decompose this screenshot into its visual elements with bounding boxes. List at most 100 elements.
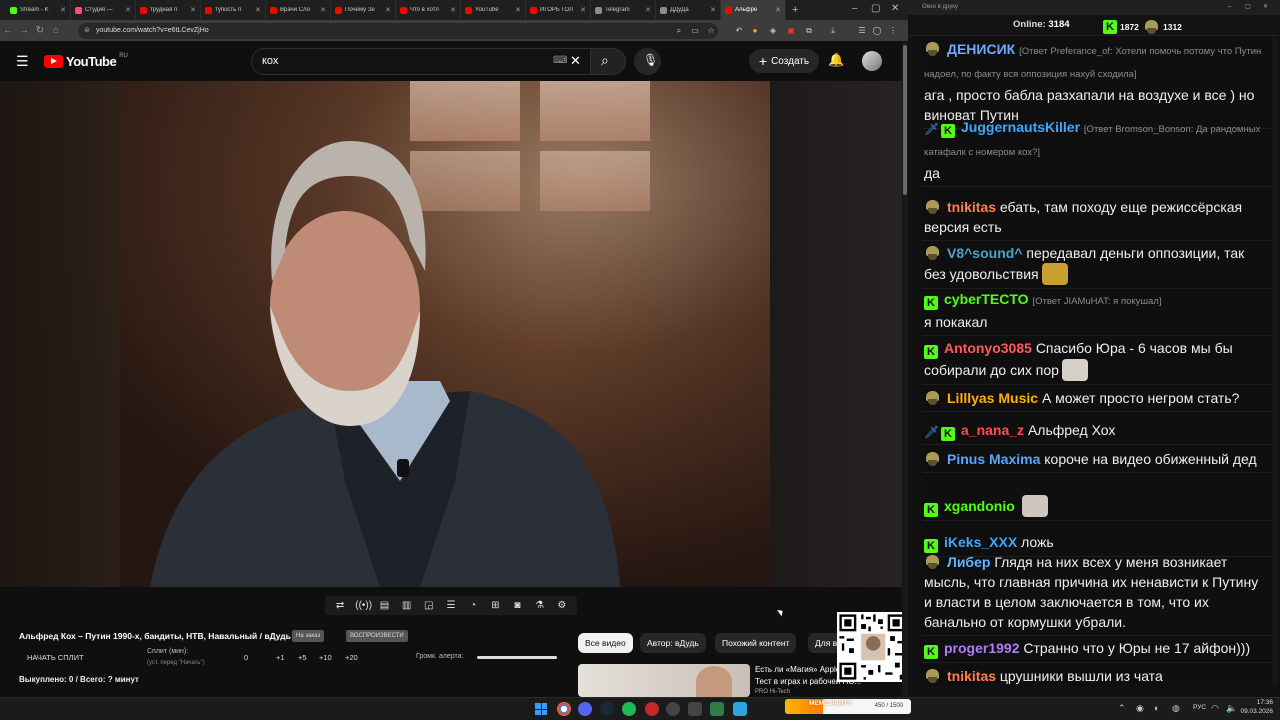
split-value[interactable]: 0: [244, 653, 248, 662]
menu-dots-icon[interactable]: ⋮: [887, 25, 899, 36]
site-info-icon[interactable]: ⊜: [84, 26, 90, 34]
close-tab-icon[interactable]: ✕: [580, 6, 586, 14]
discord-icon[interactable]: [578, 702, 592, 716]
search-page-icon[interactable]: ⌕: [673, 25, 685, 36]
chat-message[interactable]: Kxgandonio: [922, 492, 1274, 521]
tray-app-icon[interactable]: ◍: [1172, 703, 1180, 714]
hamburger-menu-icon[interactable]: ☰: [16, 53, 29, 70]
notifications-bell-icon[interactable]: 🔔: [828, 52, 844, 68]
reload-icon[interactable]: ↻: [32, 25, 48, 36]
chat-username[interactable]: xgandonio: [944, 498, 1015, 514]
alert-volume-slider[interactable]: [477, 656, 557, 659]
wifi-icon[interactable]: ◠: [1211, 703, 1219, 714]
close-tab-icon[interactable]: ✕: [385, 6, 391, 14]
extensions-puzzle-icon[interactable]: ⧉: [803, 25, 815, 36]
minimize-icon[interactable]: –: [1228, 0, 1231, 15]
address-bar[interactable]: youtube.com/watch?v=e6tLCevZjHo: [78, 23, 718, 39]
chat-username[interactable]: proger1992: [944, 640, 1019, 656]
chat-username[interactable]: Antonyo3085: [944, 340, 1032, 356]
browser-tab[interactable]: ИГОРЬ ГОЛ ✕: [526, 0, 591, 20]
tray-app-icon[interactable]: ◉: [1136, 703, 1144, 714]
close-tab-icon[interactable]: ✕: [320, 6, 326, 14]
back-icon[interactable]: ←: [0, 25, 16, 36]
replay-button[interactable]: ВОСПРОИЗВЕСТИ: [346, 630, 408, 642]
close-tab-icon[interactable]: ✕: [645, 6, 651, 14]
cast-icon[interactable]: ▭: [689, 25, 701, 36]
close-tab-icon[interactable]: ✕: [515, 6, 521, 14]
clear-search-icon[interactable]: ✕: [570, 53, 581, 69]
subtitles-icon[interactable]: ☰: [444, 600, 458, 612]
chat-username[interactable]: iKeks_XXX: [944, 534, 1017, 550]
chat-scrollbar[interactable]: [1272, 36, 1278, 686]
recommended-video-thumbnail[interactable]: [578, 664, 750, 697]
chat-username[interactable]: a_nana_z: [961, 422, 1024, 438]
clock-date[interactable]: 09.03.2026: [1233, 708, 1273, 715]
chat-message[interactable]: tnikitas црушники вышли из чата: [922, 663, 1274, 686]
chip-all-videos[interactable]: Все видео: [578, 633, 633, 653]
windows-start-icon[interactable]: [535, 703, 547, 715]
chat-message[interactable]: Kproger1992 Странно что у Юры не 17 айфо…: [922, 635, 1274, 663]
extension-icon[interactable]: ●: [749, 25, 761, 36]
history-icon[interactable]: ↶: [733, 25, 745, 36]
steam-icon[interactable]: [600, 702, 614, 716]
clock-time[interactable]: 17:36: [1247, 699, 1273, 706]
chat-username[interactable]: ДЕНИСИК: [947, 41, 1015, 57]
browser-tab[interactable]: Почему Зе ✕: [331, 0, 396, 20]
video-player[interactable]: [0, 81, 902, 587]
extension-icon[interactable]: ▣: [785, 25, 797, 36]
split-add-5-button[interactable]: +5: [298, 653, 307, 662]
playlist-icon[interactable]: ▥: [400, 600, 414, 612]
create-button[interactable]: + Создать: [749, 49, 819, 73]
record-app-icon[interactable]: [645, 702, 659, 716]
experiments-flask-icon[interactable]: ⚗: [533, 600, 547, 612]
keyboard-icon[interactable]: ⌨: [553, 55, 567, 66]
page-scrollbar-thumb[interactable]: [903, 45, 907, 195]
chat-message[interactable]: Lilllyas Music А может просто негром ста…: [922, 385, 1274, 412]
start-split-button[interactable]: НАЧАТЬ СПЛИТ: [27, 653, 84, 662]
browser-tab[interactable]: трудная п ✕: [136, 0, 201, 20]
chat-username[interactable]: Lilllyas Music: [947, 390, 1038, 406]
loop-icon[interactable]: ⇄: [333, 600, 347, 612]
voice-search-button[interactable]: 🎙: [634, 48, 661, 75]
new-tab-button[interactable]: +: [786, 4, 798, 16]
minimize-icon[interactable]: –: [852, 3, 858, 14]
speed-icon[interactable]: ◔: [466, 600, 480, 612]
browser-tab[interactable]: Врачи Сло ✕: [266, 0, 331, 20]
chat-username[interactable]: tnikitas: [947, 199, 996, 215]
app-icon[interactable]: [710, 702, 724, 716]
browser-tab[interactable]: Что в хотл ✕: [396, 0, 461, 20]
close-tab-icon[interactable]: ✕: [60, 6, 66, 14]
tray-app-icon[interactable]: ◐: [1154, 703, 1159, 713]
forward-icon[interactable]: →: [16, 25, 32, 36]
media-player-icon[interactable]: [688, 702, 702, 716]
home-icon[interactable]: ⌂: [48, 25, 64, 36]
close-tab-icon[interactable]: ✕: [450, 6, 456, 14]
screenshot-icon[interactable]: ◙: [510, 600, 524, 612]
extension-icon[interactable]: ◈: [767, 25, 779, 36]
browser-tab[interactable]: Альфре ✕: [721, 0, 786, 20]
split-add-10-button[interactable]: +10: [319, 653, 332, 662]
chat-username[interactable]: JuggernautsKiller: [961, 119, 1080, 135]
keyboard-language[interactable]: РУС: [1193, 704, 1206, 711]
chat-username[interactable]: tnikitas: [947, 668, 996, 684]
add-clip-icon[interactable]: ⊞: [488, 600, 502, 612]
chat-username[interactable]: Pinus Maxima: [947, 451, 1040, 467]
chip-similar[interactable]: Похожий контент: [715, 633, 797, 653]
chat-message[interactable]: 🗡 Ka_nana_z Альфред Хох: [922, 417, 1274, 445]
close-tab-icon[interactable]: ✕: [255, 6, 261, 14]
browser-tab[interactable]: ДДуДа ✕: [656, 0, 721, 20]
browser-tab[interactable]: Stream - K ✕: [6, 0, 71, 20]
chat-message[interactable]: Pinus Maxima короче на видео обиженный д…: [922, 446, 1274, 473]
download-icon[interactable]: ⤓: [827, 25, 839, 36]
telegram-icon[interactable]: [733, 702, 747, 716]
browser-tab[interactable]: тупость п ✕: [201, 0, 266, 20]
tray-chevron-icon[interactable]: ⌃: [1118, 703, 1126, 714]
browser-tab[interactable]: Студия — ✕: [71, 0, 136, 20]
browser-tab[interactable]: Telegram ✕: [591, 0, 656, 20]
settings-gear-icon[interactable]: ⚙: [555, 600, 569, 612]
chat-message[interactable]: 🗡 K JuggernautsKiller [Ответ Bromson_Bonso…: [922, 114, 1274, 187]
close-tab-icon[interactable]: ✕: [190, 6, 196, 14]
youtube-logo[interactable]: YouTube RU: [44, 53, 128, 69]
split-add-1-button[interactable]: +1: [276, 653, 285, 662]
chat-message[interactable]: K Antonyo3085 Спасибо Юра - 6 часов мы бы…: [922, 335, 1274, 385]
